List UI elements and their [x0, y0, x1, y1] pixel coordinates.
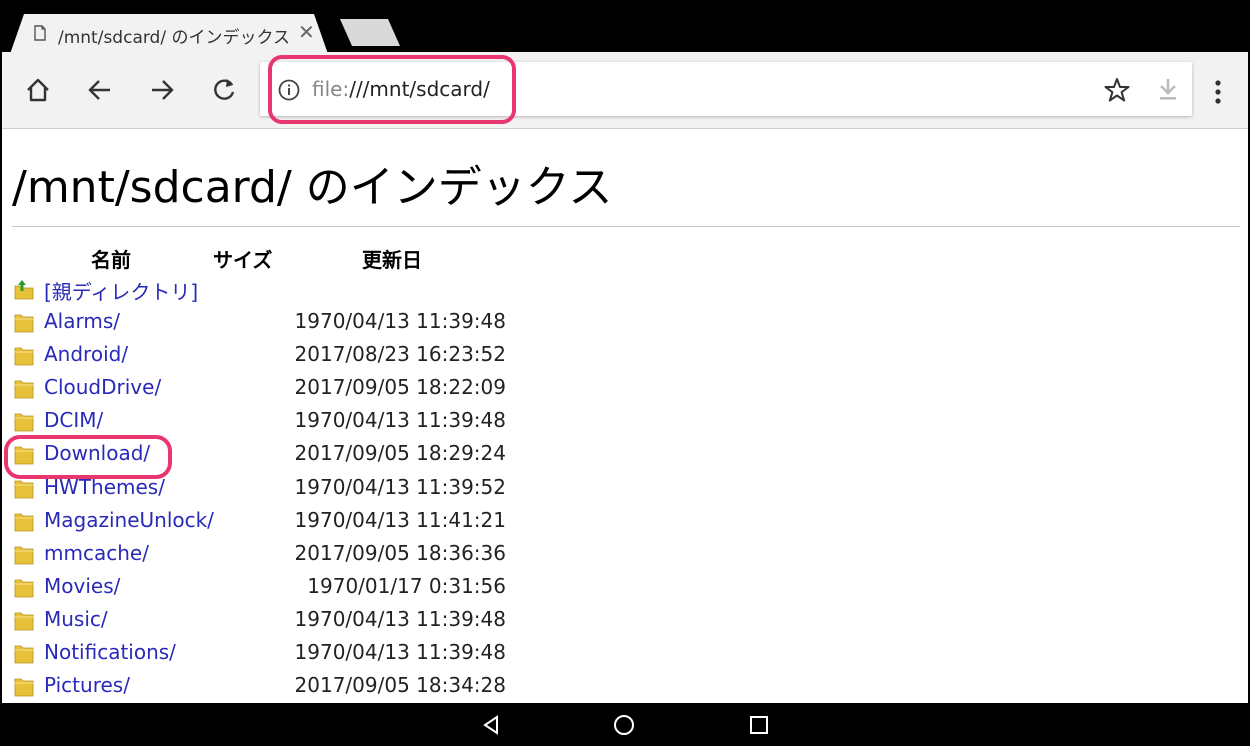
home-icon[interactable] — [24, 76, 52, 104]
android-navigation-bar — [2, 703, 1248, 746]
download-highlight-annotation — [4, 435, 172, 479]
directory-row: Music/1970/04/13 11:39:48 — [2, 605, 702, 638]
modified-date: 2017/09/05 18:34:28 — [294, 673, 506, 698]
parent-directory-link[interactable]: [親ディレクトリ] — [44, 276, 198, 305]
modified-date: 1970/01/17 0:31:56 — [307, 573, 506, 598]
parent-folder-icon — [14, 280, 34, 300]
folder-icon — [14, 314, 34, 333]
directory-link[interactable]: CloudDrive/ — [44, 375, 161, 399]
modified-date: 1970/04/13 11:39:48 — [294, 309, 506, 333]
folder-icon — [14, 546, 34, 565]
folder-icon — [14, 678, 34, 697]
folder-icon — [14, 480, 34, 498]
folder-icon — [14, 513, 34, 531]
browser-toolbar: file:///mnt/sdcard/ — [2, 52, 1248, 129]
directory-link[interactable]: Notifications/ — [44, 640, 176, 664]
directory-row: Android/2017/08/23 16:23:52 — [2, 340, 702, 373]
modified-date: 2017/09/05 18:22:09 — [294, 375, 506, 400]
modified-date: 1970/04/13 11:39:48 — [294, 408, 506, 433]
modified-date: 2017/09/05 18:36:36 — [294, 540, 506, 565]
folder-icon — [14, 612, 34, 631]
column-header-name[interactable]: 名前 — [91, 244, 131, 273]
directory-row: CloudDrive/2017/09/05 18:22:09 — [2, 373, 702, 406]
download-icon[interactable] — [1156, 76, 1180, 102]
modified-date: 1970/04/13 11:41:21 — [294, 507, 506, 532]
directory-link[interactable]: DCIM/ — [44, 408, 103, 432]
nav-recents-icon[interactable] — [747, 713, 771, 737]
tab-close-icon[interactable]: ✕ — [298, 20, 315, 44]
modified-date: 1970/04/13 11:39:48 — [294, 606, 506, 631]
modified-date: 2017/09/05 18:29:24 — [294, 441, 506, 466]
directory-link[interactable]: mmcache/ — [44, 541, 149, 565]
folder-icon — [14, 645, 34, 664]
tab-sdcard-index[interactable]: /mnt/sdcard/ のインデックス ✕ — [10, 14, 328, 54]
directory-row: Movies/1970/01/17 0:31:56 — [2, 572, 702, 605]
bookmark-star-icon[interactable] — [1104, 77, 1130, 103]
directory-row: Pictures/2017/09/05 18:34:28 — [2, 671, 702, 703]
url-highlight-annotation — [268, 55, 516, 124]
reload-icon[interactable] — [210, 76, 238, 104]
folder-icon — [14, 380, 34, 399]
directory-link[interactable]: Music/ — [44, 607, 108, 631]
forward-arrow-icon[interactable] — [148, 76, 176, 104]
folder-icon — [14, 579, 34, 598]
folder-icon — [14, 347, 34, 366]
new-tab-button[interactable] — [340, 19, 400, 46]
page-title: /mnt/sdcard/ のインデックス — [12, 162, 613, 213]
tab-title: /mnt/sdcard/ のインデックス — [58, 28, 290, 48]
folder-icon — [14, 413, 34, 432]
nav-home-icon[interactable] — [612, 713, 636, 737]
directory-link[interactable]: Android/ — [44, 342, 128, 366]
page-content: /mnt/sdcard/ のインデックス 名前 サイズ 更新日 [親ディレクトリ… — [2, 129, 1248, 703]
document-icon — [34, 25, 46, 41]
tab-strip: /mnt/sdcard/ のインデックス ✕ — [2, 2, 1248, 54]
directory-link[interactable]: MagazineUnlock/ — [44, 508, 214, 532]
column-header-modified[interactable]: 更新日 — [362, 244, 422, 273]
directory-row: mmcache/2017/09/05 18:36:36 — [2, 539, 702, 572]
overflow-menu-icon[interactable] — [1208, 78, 1228, 106]
directory-row: Notifications/1970/04/13 11:39:48 — [2, 638, 702, 671]
directory-link[interactable]: Alarms/ — [44, 309, 120, 333]
directory-link[interactable]: Movies/ — [44, 574, 120, 598]
modified-date: 1970/04/13 11:39:52 — [294, 474, 506, 499]
modified-date: 2017/08/23 16:23:52 — [294, 342, 506, 367]
directory-row: MagazineUnlock/1970/04/13 11:41:21 — [2, 506, 702, 539]
heading-divider — [12, 226, 1240, 227]
modified-date: 1970/04/13 11:39:48 — [294, 640, 506, 664]
parent-directory-row: [親ディレクトリ] — [2, 274, 702, 307]
column-header-size[interactable]: サイズ — [213, 244, 272, 273]
directory-link[interactable]: Pictures/ — [44, 673, 130, 697]
back-arrow-icon[interactable] — [86, 76, 114, 104]
directory-row: Alarms/1970/04/13 11:39:48 — [2, 307, 702, 340]
nav-back-icon[interactable] — [479, 713, 503, 737]
